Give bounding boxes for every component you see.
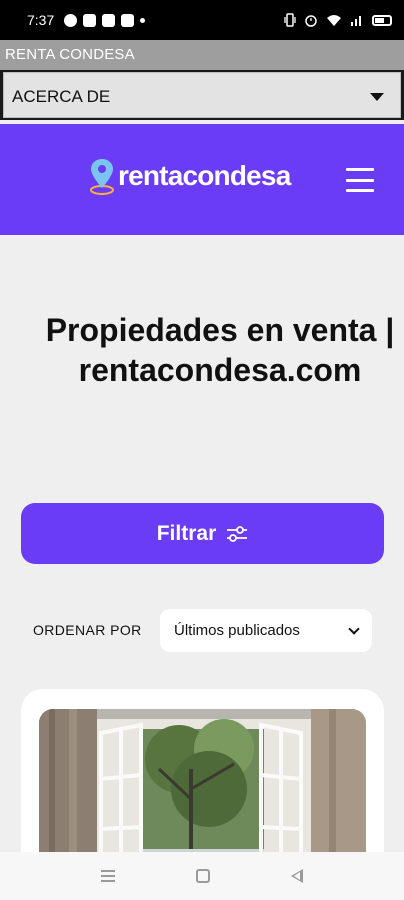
sort-label: ORDENAR POR	[33, 622, 142, 638]
notification-icons	[64, 13, 146, 27]
sort-select-value: Últimos publicados	[174, 622, 300, 639]
alarm-icon	[305, 15, 317, 27]
section-select-value: ACERCA DE	[12, 87, 111, 106]
hamburger-menu-icon[interactable]	[346, 168, 374, 192]
back-icon[interactable]	[291, 869, 304, 883]
section-select-container: ACERCA DE	[0, 70, 404, 120]
sliders-icon	[227, 525, 248, 542]
battery-icon	[372, 14, 392, 26]
status-time: 7:37	[27, 12, 55, 28]
youtube-icon	[121, 13, 135, 27]
chevron-down-icon	[348, 622, 360, 635]
vibrate-icon	[284, 13, 296, 27]
document-icon	[83, 13, 97, 27]
dot-icon	[140, 17, 146, 23]
wifi-icon	[327, 14, 341, 26]
caret-down-icon	[370, 93, 384, 101]
site-header: rentacondesa	[0, 124, 404, 235]
system-nav-bar	[0, 852, 404, 900]
section-select[interactable]: ACERCA DE	[3, 72, 401, 118]
filter-button[interactable]: Filtrar	[21, 503, 384, 564]
app-title-bar: RENTA CONDESA	[0, 40, 404, 70]
site-logo[interactable]: rentacondesa	[88, 157, 291, 195]
app-title: RENTA CONDESA	[5, 46, 135, 63]
system-icons	[284, 13, 392, 27]
filter-button-label: Filtrar	[156, 521, 217, 545]
page-title: Propiedades en venta | rentacondesa.com	[45, 312, 395, 388]
logo-text: rentacondesa	[118, 160, 291, 191]
sort-select[interactable]: Últimos publicados	[160, 609, 372, 652]
signal-icon	[351, 16, 361, 26]
home-icon[interactable]	[195, 869, 210, 883]
whatsapp-icon	[64, 13, 78, 27]
recent-apps-icon[interactable]	[100, 870, 115, 882]
location-pin-icon	[90, 159, 114, 195]
status-bar: 7:37	[0, 0, 404, 40]
gmail-icon	[102, 13, 116, 27]
